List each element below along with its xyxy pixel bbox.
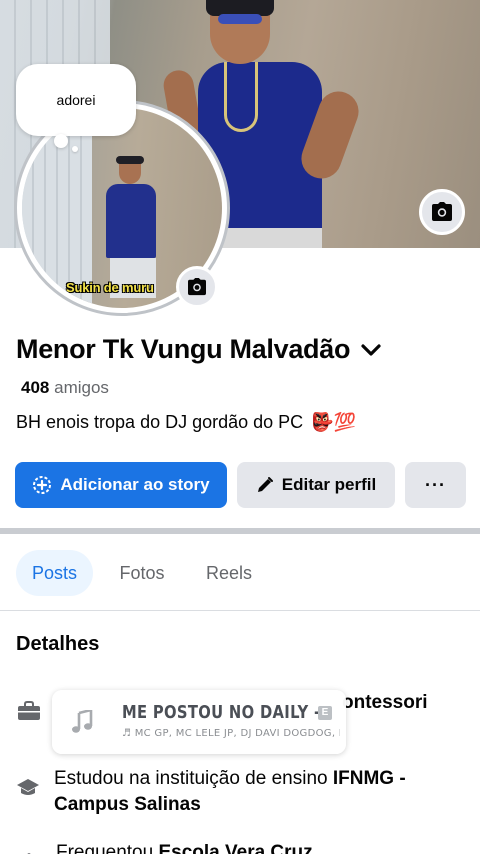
- detail-study: Estudou na instituição de ensino IFNMG -…: [16, 766, 456, 818]
- tab-reels-label: Reels: [205, 562, 253, 583]
- graduation-cap-icon: [16, 774, 40, 800]
- profile-name: Menor Tk Vungu Malvadão: [16, 334, 351, 364]
- note-text: adorei: [56, 92, 96, 108]
- camera-icon: [432, 202, 452, 221]
- note-tail: [54, 134, 68, 148]
- profile-note[interactable]: adorei: [16, 64, 136, 136]
- add-to-story-button[interactable]: Adicionar ao story: [15, 462, 227, 508]
- tab-photos-label: Fotos: [119, 562, 165, 583]
- detail-attended-place[interactable]: Escola Vera Cruz: [158, 842, 312, 854]
- friends-number: 408: [21, 378, 50, 397]
- section-divider: [0, 528, 480, 534]
- detail-work-text: ontessori: [342, 692, 428, 713]
- camera-icon: [188, 278, 206, 296]
- avatar-caption: Sukin de muru: [66, 280, 154, 295]
- tabs-divider: [0, 610, 480, 611]
- bio-text: BH enois tropa do DJ gordão do PC: [16, 412, 304, 432]
- tab-posts-label: Posts: [31, 562, 78, 583]
- detail-attended-prefix: Frequentou: [56, 842, 159, 854]
- edit-profile-button[interactable]: Editar perfil: [237, 462, 395, 508]
- music-note-icon: [68, 708, 96, 736]
- profile-bio: BH enois tropa do DJ gordão do PC 👺💯: [16, 412, 356, 433]
- friends-count[interactable]: 408 amigos: [21, 378, 109, 398]
- plus-circle-icon: [33, 476, 52, 494]
- more-options-button[interactable]: ···: [405, 462, 466, 508]
- bio-emoji: 👺💯: [311, 412, 356, 432]
- profile-name-row[interactable]: Menor Tk Vungu Malvadão: [16, 334, 382, 365]
- tab-photos[interactable]: Fotos: [104, 550, 180, 596]
- cover-camera-button[interactable]: [419, 189, 465, 235]
- tab-posts[interactable]: Posts: [16, 550, 93, 596]
- tab-reels[interactable]: Reels: [192, 550, 266, 596]
- chevron-down-icon[interactable]: [360, 343, 382, 357]
- edit-profile-label: Editar perfil: [281, 475, 377, 494]
- music-title: ME POSTOU NO DAILY -: [122, 702, 321, 723]
- detail-attended: Frequentou Escola Vera Cruz: [16, 840, 456, 854]
- avatar-camera-button[interactable]: [176, 266, 218, 308]
- briefcase-icon: [16, 698, 42, 724]
- detail-work: ontessori: [16, 690, 428, 724]
- music-sticker[interactable]: ME POSTOU NO DAILY - E ♬ MC GP, MC LELE …: [52, 690, 346, 754]
- detail-study-prefix: Estudou na instituição de ensino: [54, 768, 333, 789]
- pencil-icon: [257, 477, 273, 492]
- details-title: Detalhes: [16, 633, 100, 655]
- more-icon: ···: [425, 474, 446, 495]
- explicit-badge: E: [318, 706, 332, 720]
- graduation-cap-icon: [16, 848, 42, 854]
- friends-label: amigos: [54, 378, 109, 397]
- music-artists: ♬ MC GP, MC LELE JP, DJ DAVI DOGDOG, DJ …: [122, 728, 340, 739]
- note-tail-small: [72, 146, 78, 152]
- add-to-story-label: Adicionar ao story: [60, 475, 210, 494]
